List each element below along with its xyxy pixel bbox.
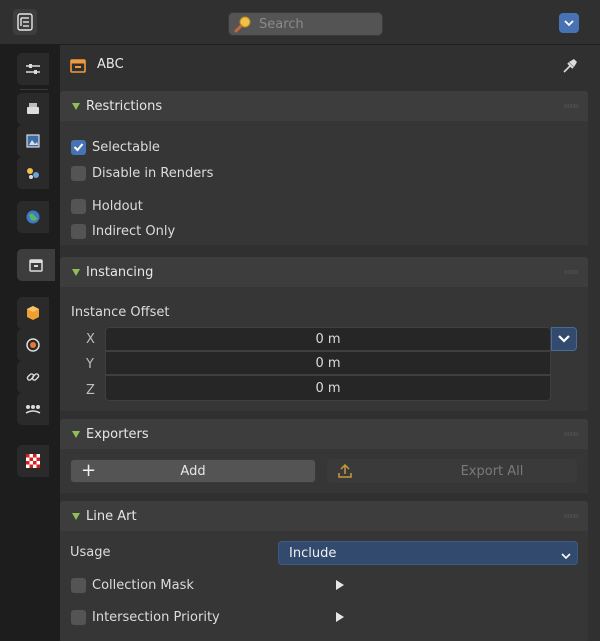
- selectable-checkbox[interactable]: Selectable: [71, 137, 160, 157]
- usage-label: Usage: [70, 545, 111, 560]
- scene-icon[interactable]: [17, 201, 49, 233]
- search-field[interactable]: [228, 12, 383, 36]
- panel-title: Instancing: [86, 264, 154, 280]
- checkbox-label: Collection Mask: [92, 577, 194, 593]
- instance-offset-z-field[interactable]: 0 m: [105, 375, 551, 401]
- panel-title: Restrictions: [86, 98, 163, 114]
- drag-grip-icon[interactable]: [564, 270, 578, 274]
- tool-icon[interactable]: [17, 53, 49, 85]
- checkbox-label: Indirect Only: [92, 223, 176, 239]
- instance-offset-x-field[interactable]: 0 m: [105, 327, 551, 351]
- search-input[interactable]: [259, 16, 369, 32]
- instancing-panel-header[interactable]: Instancing: [60, 257, 588, 287]
- instance-offset-y-field[interactable]: 0 m: [105, 351, 551, 375]
- drag-grip-icon[interactable]: [564, 514, 578, 518]
- intersection-priority-checkbox[interactable]: Intersection Priority: [71, 607, 220, 627]
- properties-tabs: [0, 45, 60, 641]
- disable-in-renders-checkbox[interactable]: Disable in Renders: [71, 163, 213, 183]
- expand-triangle-icon: [72, 430, 80, 438]
- panel-title: Line Art: [86, 508, 137, 524]
- collection-icon[interactable]: [17, 249, 55, 281]
- properties-main: ABC Restrictions Selectable Disable in R…: [60, 45, 600, 641]
- properties-editor-icon[interactable]: [13, 9, 37, 35]
- search-icon: [233, 14, 253, 34]
- export-all-button[interactable]: Export All: [327, 459, 577, 483]
- object-header: ABC: [60, 45, 600, 87]
- instancing-panel-body: Instance Offset X 0 m Y 0 m Z 0 m: [60, 287, 588, 411]
- view-layer-icon[interactable]: [17, 157, 49, 189]
- restrictions-panel-header[interactable]: Restrictions: [60, 91, 588, 121]
- exporters-panel-header[interactable]: Exporters: [60, 419, 588, 449]
- add-exporter-button[interactable]: + Add: [70, 459, 316, 483]
- instance-offset-label: Instance Offset: [71, 305, 170, 320]
- checkbox-icon[interactable]: [71, 577, 86, 593]
- texture-icon[interactable]: [17, 445, 49, 477]
- usage-select[interactable]: Include: [278, 541, 578, 565]
- plus-icon: +: [81, 460, 97, 481]
- field-value: 0 m: [315, 355, 341, 371]
- collection-mask-checkbox[interactable]: Collection Mask: [71, 575, 194, 595]
- field-value: 0 m: [315, 380, 341, 396]
- checkbox-icon[interactable]: [71, 198, 86, 214]
- field-value: 0 m: [315, 331, 341, 347]
- object-name: ABC: [97, 57, 124, 72]
- render-icon[interactable]: [17, 93, 49, 125]
- properties-header: [0, 0, 600, 45]
- checkbox-icon[interactable]: [71, 223, 86, 239]
- export-icon: [336, 462, 354, 484]
- expand-triangle-icon: [72, 102, 80, 110]
- holdout-checkbox[interactable]: Holdout: [71, 196, 143, 216]
- drag-grip-icon[interactable]: [564, 432, 578, 436]
- expand-triangle-icon: [72, 268, 80, 276]
- restrictions-panel-body: Selectable Disable in Renders Holdout In…: [60, 121, 588, 245]
- add-label: Add: [180, 463, 206, 479]
- usage-value: Include: [289, 545, 337, 561]
- dropdown-icon[interactable]: [559, 13, 579, 33]
- line-art-panel-body: Usage Include Collection Mask Intersecti…: [60, 531, 588, 641]
- checkbox-label: Disable in Renders: [92, 165, 214, 181]
- constraint-icon[interactable]: [17, 361, 49, 393]
- checkbox-label: Holdout: [92, 198, 143, 214]
- axis-x-label: X: [86, 332, 95, 347]
- chevron-down-icon[interactable]: [551, 327, 577, 351]
- exporters-panel-body: + Add Export All: [60, 449, 588, 493]
- output-icon[interactable]: [17, 125, 49, 157]
- pin-icon[interactable]: [560, 56, 580, 76]
- panel-title: Exporters: [86, 426, 149, 442]
- chevron-down-icon: [561, 549, 571, 564]
- export-all-label: Export All: [460, 463, 524, 479]
- checkbox-icon[interactable]: [71, 165, 86, 181]
- axis-z-label: Z: [86, 383, 95, 398]
- physics-icon[interactable]: [17, 393, 49, 425]
- indirect-only-checkbox[interactable]: Indirect Only: [71, 221, 175, 241]
- collection-mask-expand-icon[interactable]: [336, 580, 344, 590]
- checkbox-checked-icon[interactable]: [71, 139, 86, 155]
- axis-y-label: Y: [86, 357, 94, 372]
- modifier-icon[interactable]: [17, 329, 49, 361]
- line-art-panel-header[interactable]: Line Art: [60, 501, 588, 531]
- checkbox-label: Selectable: [92, 139, 160, 155]
- object-icon[interactable]: [17, 297, 49, 329]
- expand-triangle-icon: [72, 512, 80, 520]
- collection-icon: [69, 57, 87, 75]
- drag-grip-icon[interactable]: [564, 104, 578, 108]
- checkbox-icon[interactable]: [71, 609, 86, 625]
- checkbox-label: Intersection Priority: [92, 609, 220, 625]
- intersection-priority-expand-icon[interactable]: [336, 612, 344, 622]
